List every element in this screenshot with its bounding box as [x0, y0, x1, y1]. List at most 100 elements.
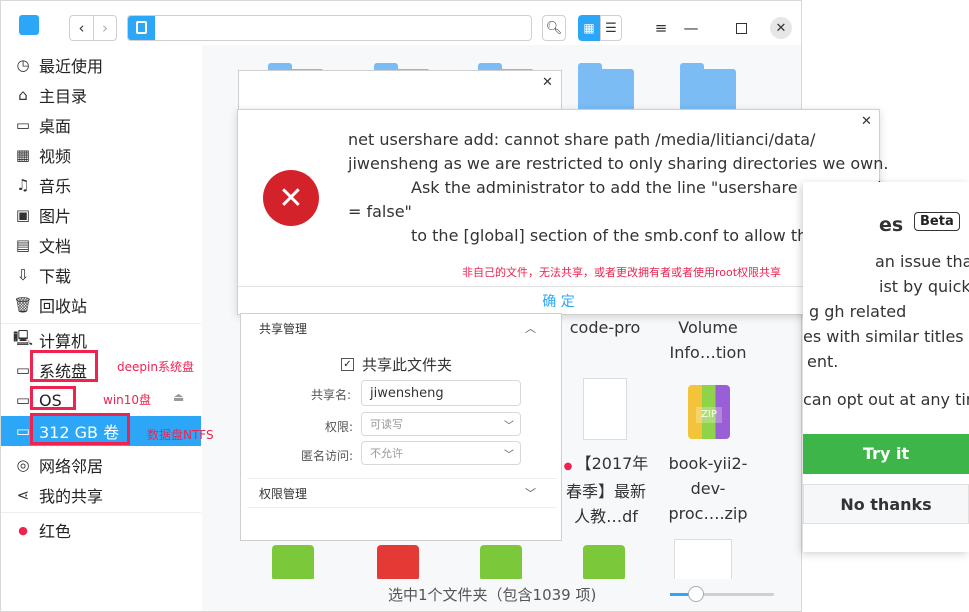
eject-icon[interactable]: ⏏︎: [173, 390, 184, 404]
annotation-box-os-disk: [30, 386, 76, 410]
maximize-button[interactable]: [729, 15, 753, 41]
sidebar-item-documents[interactable]: ▤ 文档: [1, 231, 201, 259]
sidebar-item-red-tag[interactable]: ● 红色: [1, 516, 201, 544]
error-icon: ✕: [263, 170, 319, 226]
share-folder-checkbox[interactable]: ✓ 共享此文件夹: [341, 354, 452, 375]
desktop-icon: ▭: [15, 116, 31, 134]
wps-document-icon[interactable]: [377, 545, 419, 581]
trash-icon: 🗑︎: [13, 296, 33, 314]
sidebar-item-downloads[interactable]: ⇩ 下载: [1, 261, 201, 289]
file-name-zip[interactable]: book-yii2- dev- proc….zip: [660, 451, 756, 526]
maximize-icon: [735, 22, 747, 34]
sidebar-item-trash[interactable]: 🗑︎ 回收站: [1, 291, 201, 319]
text-document-thumbnail[interactable]: [674, 539, 732, 581]
annotation-label-os-disk: win10盘: [103, 393, 152, 407]
share-icon: ⋖: [16, 486, 30, 504]
close-button[interactable]: ✕: [769, 15, 793, 41]
home-icon: ⌂: [18, 86, 28, 104]
chevron-down-icon: ﹀: [504, 449, 514, 461]
permission-select[interactable]: 可读写 ﹀: [361, 412, 521, 436]
title-bar: ‹ › 🔍︎ ▦ ☰ ≡ — ✕: [1, 1, 801, 45]
back-button[interactable]: ‹: [69, 15, 93, 41]
error-message-line: jiwensheng as we are restricted to only …: [348, 154, 889, 173]
status-bar: 选中1个文件夹（包含1039 项): [202, 579, 801, 609]
close-icon[interactable]: ✕: [542, 75, 553, 90]
popup-heading: es: [879, 214, 904, 236]
forward-button[interactable]: ›: [93, 15, 117, 41]
list-view-button[interactable]: ☰: [600, 15, 622, 41]
icon-view-button[interactable]: ▦: [578, 15, 600, 41]
menu-icon: ≡: [654, 19, 668, 37]
dialog-divider: [238, 286, 879, 287]
folder-icon[interactable]: [680, 63, 736, 111]
minimize-icon: —: [683, 19, 699, 37]
sidebar-item-label: 我的共享: [39, 487, 104, 506]
status-text: 选中1个文件夹（包含1039 项): [388, 586, 597, 604]
chevron-up-icon: ︿: [525, 322, 536, 335]
annotation-box-system-disk: [30, 350, 98, 382]
annotation-box-data-disk: [30, 413, 130, 445]
minimize-button[interactable]: —: [679, 15, 703, 41]
download-icon: ⇩: [16, 266, 30, 284]
popup-text-line: ent.: [807, 352, 839, 371]
sidebar-item-label: 网络邻居: [39, 457, 104, 476]
disc-image-icon[interactable]: [272, 545, 314, 581]
sidebar-item-label: 图片: [39, 207, 72, 226]
background-dialog: ✕: [238, 70, 562, 110]
popup-text-line: ist by quickly: [879, 277, 969, 296]
zip-archive-icon[interactable]: ZIP: [688, 385, 730, 439]
disc-image-icon[interactable]: [583, 545, 625, 581]
error-message-line: to the [global] section of the smb.conf …: [411, 226, 826, 245]
sidebar-item-label: 回收站: [39, 297, 88, 316]
file-name-volume-info[interactable]: Volume Info…tion: [658, 315, 758, 365]
no-thanks-button[interactable]: No thanks: [803, 484, 969, 524]
address-bar[interactable]: [127, 15, 532, 41]
sidebar-item-label: 音乐: [39, 177, 72, 196]
close-icon: ✕: [770, 17, 792, 39]
popup-text-line: an issue that: [875, 252, 969, 271]
share-name-input[interactable]: jiwensheng: [361, 380, 521, 406]
sidebar-divider: [1, 323, 201, 324]
sidebar-item-label: 视频: [39, 147, 72, 166]
search-button[interactable]: 🔍︎: [542, 15, 566, 41]
try-it-button[interactable]: Try it: [803, 434, 969, 474]
sidebar-item-pictures[interactable]: ▣ 图片: [1, 201, 201, 229]
anonymous-label: 匿名访问:: [301, 449, 354, 463]
anonymous-select[interactable]: 不允许 ﹀: [361, 441, 521, 465]
pdf-thumbnail[interactable]: [583, 378, 627, 440]
sidebar-item-desktop[interactable]: ▭ 桌面: [1, 111, 201, 139]
checkbox-icon: ✓: [341, 358, 354, 371]
confirm-button[interactable]: 确 定: [238, 290, 879, 314]
close-icon[interactable]: ✕: [861, 114, 872, 129]
folder-icon[interactable]: [578, 63, 634, 111]
zoom-slider[interactable]: [670, 586, 774, 602]
menu-button[interactable]: ≡: [649, 15, 673, 41]
sidebar-item-music[interactable]: ♫ 音乐: [1, 171, 201, 199]
sidebar-item-label: 主目录: [39, 87, 88, 106]
sidebar-item-videos[interactable]: ▦ 视频: [1, 141, 201, 169]
sidebar-item-my-shares[interactable]: ⋖ 我的共享: [1, 481, 201, 509]
sidebar-item-recent[interactable]: ◷ 最近使用: [1, 51, 201, 79]
image-icon: ▣: [15, 206, 31, 224]
beta-badge: Beta: [914, 212, 960, 231]
disc-image-icon[interactable]: [480, 545, 522, 581]
file-name-code-pro[interactable]: code-pro: [560, 315, 650, 340]
search-icon: 🔍︎: [545, 20, 563, 36]
sidebar-item-network[interactable]: ◎ 网络邻居: [1, 451, 201, 479]
sidebar-divider: [1, 512, 201, 513]
file-name-pdf[interactable]: ● 【2017年 春季】最新 人教…df: [558, 451, 654, 529]
hard-drive-icon: [128, 16, 155, 40]
sidebar-item-home[interactable]: ⌂ 主目录: [1, 81, 201, 109]
share-name-label: 共享名:: [311, 388, 352, 402]
error-message-line: = false": [348, 202, 412, 221]
film-icon: ▦: [15, 146, 31, 164]
section-header-permission[interactable]: 权限管理 ﹀: [247, 478, 557, 508]
app-logo-icon: [19, 15, 39, 35]
sidebar-item-label: 文档: [39, 237, 72, 256]
computer-icon: 🖳︎: [13, 328, 34, 347]
section-header-share[interactable]: 共享管理 ︿: [241, 314, 561, 342]
beta-feature-popup: es Beta an issue that ist by quickly g g…: [803, 182, 969, 552]
sidebar-item-label: 计算机: [39, 332, 88, 351]
zoom-slider-handle[interactable]: [688, 586, 704, 602]
popup-text-line: es with similar titles and: [803, 327, 969, 346]
